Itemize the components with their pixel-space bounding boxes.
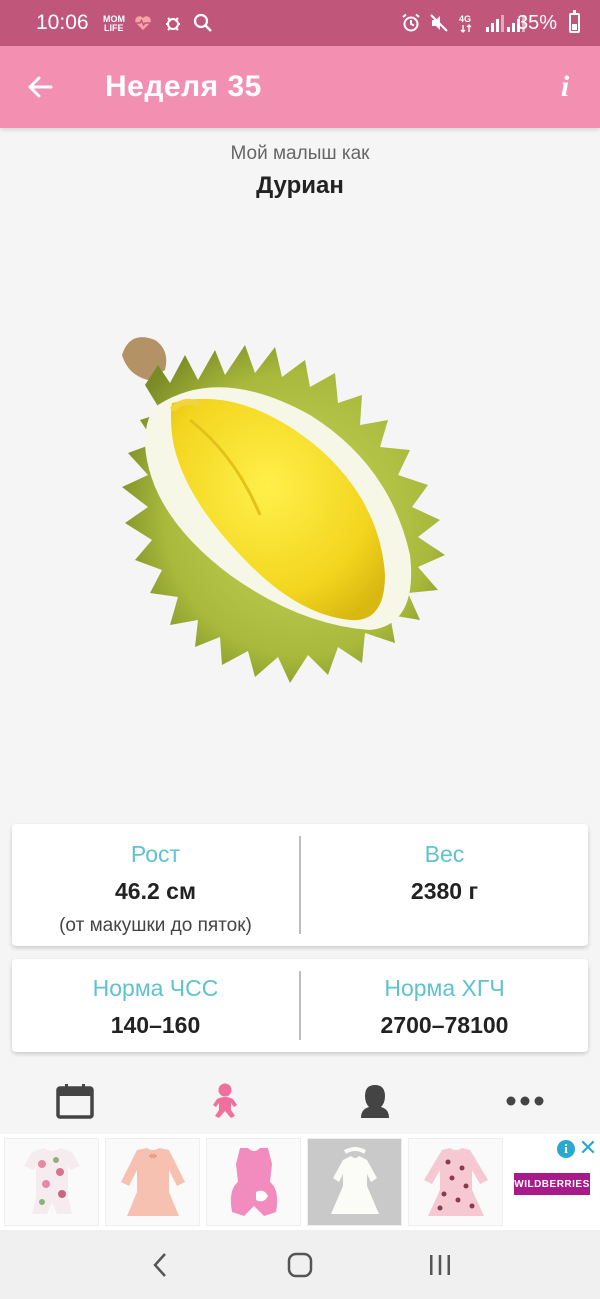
nav-calendar[interactable] bbox=[0, 1068, 150, 1134]
status-time: 10:06 bbox=[36, 11, 89, 34]
page-title: Неделя 35 bbox=[105, 70, 262, 103]
heart-rate-stat: Норма ЧСС 140–160 bbox=[12, 959, 299, 1052]
system-back-button[interactable] bbox=[130, 1235, 190, 1295]
hcg-label: Норма ХГЧ bbox=[384, 975, 505, 1001]
ad-banner[interactable] bbox=[0, 1134, 600, 1230]
fruit-name: Дуриан bbox=[256, 172, 344, 199]
weight-value: 2380 г bbox=[410, 878, 479, 904]
home-icon bbox=[287, 1252, 313, 1277]
nav-more[interactable] bbox=[450, 1068, 600, 1134]
nav-baby[interactable] bbox=[150, 1068, 300, 1134]
app-bar: Неделя 35 i bbox=[0, 46, 600, 128]
heart-rate-value: 140–160 bbox=[110, 1012, 201, 1038]
height-stat: Рост 46.2 см (от макушки до пяток) bbox=[12, 824, 299, 946]
height-value: 46.2 см bbox=[115, 878, 196, 904]
calendar-icon bbox=[56, 1084, 94, 1119]
bottom-navigation bbox=[0, 1068, 600, 1134]
momlife-icon: MOM LIFE bbox=[103, 13, 125, 33]
ad-brand-logo[interactable]: WILDBERRIES bbox=[514, 1173, 590, 1195]
weight-stat: Вес 2380 г bbox=[301, 824, 588, 946]
weight-label: Вес bbox=[424, 841, 465, 867]
mother-icon bbox=[361, 1085, 389, 1118]
system-recents-button[interactable] bbox=[410, 1235, 470, 1295]
hcg-stat: Норма ХГЧ 2700–78100 bbox=[301, 959, 588, 1052]
svg-text:LIFE: LIFE bbox=[104, 23, 124, 33]
network-type: 4G bbox=[457, 13, 477, 33]
back-button[interactable] bbox=[0, 46, 80, 128]
baby-icon bbox=[213, 1083, 237, 1118]
alarm-icon bbox=[401, 13, 421, 33]
battery-icon bbox=[569, 10, 580, 33]
height-note: (от макушки до пяток) bbox=[59, 915, 252, 936]
ad-product-leopard-dress[interactable] bbox=[408, 1138, 503, 1226]
system-navigation bbox=[0, 1230, 600, 1299]
arrow-left-icon bbox=[28, 76, 53, 98]
hcg-value: 2700–78100 bbox=[380, 1012, 509, 1038]
more-icon bbox=[506, 1096, 544, 1106]
norms-card: Норма ЧСС 140–160 Норма ХГЧ 2700–78100 bbox=[12, 959, 588, 1052]
ad-product-white-dress[interactable] bbox=[307, 1138, 402, 1226]
fruit-subtitle: Мой малыш как bbox=[230, 143, 370, 164]
recents-icon bbox=[430, 1254, 450, 1275]
heart-pulse-icon bbox=[133, 13, 153, 33]
ad-info-icon[interactable]: i bbox=[557, 1140, 575, 1158]
nav-mother[interactable] bbox=[300, 1068, 450, 1134]
back-icon bbox=[153, 1252, 166, 1277]
system-home-button[interactable] bbox=[270, 1235, 330, 1295]
ad-product-floral-romper[interactable] bbox=[4, 1138, 99, 1226]
height-label: Рост bbox=[130, 841, 181, 867]
svg-text:4G: 4G bbox=[459, 14, 471, 24]
ad-product-peach-dress[interactable] bbox=[105, 1138, 200, 1226]
info-button[interactable]: i bbox=[530, 46, 600, 128]
status-bar: 10:06 MOM LIFE 4G 35% bbox=[0, 0, 600, 46]
ad-product-pink-bodysuit[interactable] bbox=[206, 1138, 301, 1226]
signal-icon bbox=[485, 13, 525, 33]
durian-image bbox=[122, 337, 445, 683]
ad-close-icon[interactable]: ✕ bbox=[578, 1136, 598, 1160]
battery-percent: 35% bbox=[516, 11, 557, 34]
status-notification-icons: MOM LIFE bbox=[103, 13, 213, 33]
search-icon bbox=[193, 13, 213, 33]
mute-icon bbox=[429, 13, 449, 33]
heart-rate-label: Норма ЧСС bbox=[92, 975, 219, 1001]
size-card: Рост 46.2 см (от макушки до пяток) Вес 2… bbox=[12, 824, 588, 946]
status-system-icons: 4G 35% bbox=[401, 10, 580, 35]
bug-icon bbox=[163, 13, 183, 33]
